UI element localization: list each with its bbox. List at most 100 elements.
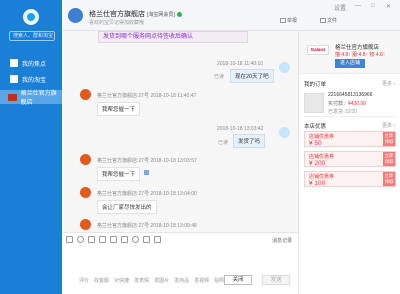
message-bubble[interactable]: 发货了吗 [233,134,266,148]
minimize-button[interactable]: — [355,3,361,9]
coupons-more-link[interactable]: 更多 › [382,122,395,129]
file-label: 文件 [327,18,338,24]
quick-phrases: 评价 找客服 对快捷 发表情 发图片 发商品 发视频 拍照 [79,277,224,284]
coupon-amount: ¥ 50 [309,140,322,147]
app-logo-icon [23,9,39,25]
avatar[interactable] [68,8,83,23]
brand-logo: Galanz 格兰仕 [307,45,329,55]
file-button[interactable]: 文件 [320,17,337,24]
chat-header: 格兰仕官方旗舰店 [淘宝网会员] 喜欢的宝贝记得加收藏哦 举报 文件 设置 — … [62,0,400,31]
shop-info-panel: Galanz 格兰仕 格兰仕官方旗舰店 描 4.8↑ 服 4.8↑ 物 4.8↑… [298,31,400,294]
message-meta: 2018-10-18 11:40:10 [217,61,264,67]
sidebar-item-shop[interactable]: 格兰仕官方旗舰店 [0,90,62,106]
close-button[interactable]: 关闭 [224,275,252,285]
red-packet-icon[interactable] [143,236,150,243]
scissors-icon[interactable] [110,236,117,243]
sidebar-item-my-taobao[interactable]: 我的淘宝 [0,72,62,86]
quick-phrase[interactable]: 找客服 [94,277,109,284]
screenshot-icon[interactable] [99,236,106,243]
coupon-title: 店铺优惠券 [309,134,335,140]
coupon-card: 店铺优惠券 ¥ 50 立即领取 [304,131,396,147]
message-bubble[interactable]: 会让厂家尽快发出的 [97,200,157,214]
message-meta: 2018-10-18 13:03:42 [217,126,264,132]
image-icon[interactable] [88,236,95,243]
message-bubble[interactable]: 我帮您催一下 [97,167,141,181]
message-meta: 格兰仕官方旗舰店:27号 2018-10-18 13:04:00 [97,191,197,197]
sidebar-item-label: 我的淘宝 [22,77,47,84]
quick-phrase[interactable]: 发视频 [194,277,209,284]
input-toolbar [66,236,161,243]
orders-more-link[interactable]: 更多 › [382,80,395,87]
folder-icon [320,18,326,24]
read-status: 已读 [214,74,225,80]
sidebar: 搜索人、群和淘宝 我的焦点 我的淘宝 格兰仕官方旗舰店 [0,0,62,294]
quick-phrase[interactable]: 发表情 [134,277,149,284]
coupon-card: 店铺优惠券 ¥ 200 立即领取 [304,151,396,167]
avatar[interactable] [80,89,91,100]
translate-icon[interactable] [144,170,149,175]
send-button[interactable]: 发送 [262,275,290,285]
order-status: 已发货·12/20 [328,109,358,115]
coupon-amount: ¥ 200 [309,160,326,167]
search-input[interactable]: 搜索人、群和淘宝 [9,31,55,41]
claim-coupon-button[interactable]: 立即领取 [383,132,395,146]
orders-title: 我的订单 [304,82,327,88]
quick-phrase[interactable]: 发商品 [174,277,189,284]
more-icon[interactable] [154,236,161,243]
emoji-icon[interactable] [77,236,84,243]
chat-messages[interactable]: 发货到哪个服务网点待签收后确认 2018-10-18 11:40:10 现在20… [62,31,298,232]
message-bubble[interactable]: 我帮您催一下 [97,102,141,116]
claim-coupon-button[interactable]: 立即领取 [383,152,395,166]
chat-banner: 发货到哪个服务网点待签收后确认 [98,31,248,43]
message-history-link[interactable]: 消息记录 [272,237,292,244]
quick-phrase[interactable]: 发图片 [154,277,169,284]
avatar[interactable] [279,62,290,73]
maximize-button[interactable]: □ [371,3,375,9]
report-icon [280,18,286,24]
avatar[interactable] [279,127,290,138]
coupon-title: 店铺优惠券 [309,174,335,180]
taobao-icon [10,75,18,83]
shop-name[interactable]: 格兰仕官方旗舰店 [淘宝网会员] [89,9,182,19]
claim-coupon-button[interactable]: 立即领取 [383,172,395,186]
focus-icon [10,59,18,67]
verified-icon [176,11,182,17]
message-input-area[interactable]: 消息记录 评价 找客服 对快捷 发表情 发图片 发商品 发视频 拍照 关闭 发送 [62,232,298,294]
shake-icon[interactable] [121,236,128,243]
shop-rating: 描 4.8↑ 服 4.8↑ 物 4.8↑ [335,52,386,58]
order-item[interactable]: 2216645813136966 实付款：¥430.00 已发货·12/20 [304,91,396,117]
coupons-title: 本店优惠 [304,124,327,130]
close-window-button[interactable]: ✕ [386,3,391,10]
sidebar-item-focus[interactable]: 我的焦点 [0,56,62,70]
enter-shop-button[interactable]: 进入店铺 [335,59,365,68]
font-icon[interactable] [66,236,73,243]
report-label: 举报 [287,18,298,24]
shop-subtitle: 喜欢的宝贝记得加收藏哦 [89,20,145,26]
quick-phrase[interactable]: 评价 [79,277,89,284]
shop-card: Galanz 格兰仕 格兰仕官方旗舰店 描 4.8↑ 服 4.8↑ 物 4.8↑… [299,31,400,74]
shop-name[interactable]: 格兰仕官方旗舰店 [335,43,379,51]
voice-icon[interactable] [132,236,139,243]
avatar[interactable] [80,219,91,230]
message-meta: 格兰仕官方旗舰店:27号 2018-10-18 13:09:48 [97,223,197,229]
quick-phrase[interactable]: 拍照 [214,277,224,284]
message-meta: 格兰仕官方旗舰店:27号 2018-10-18 11:40:47 [97,93,197,99]
shop-name-text: 格兰仕官方旗舰店 [89,11,145,18]
shop-logo-icon [8,93,17,101]
report-button[interactable]: 举报 [280,17,297,24]
avatar[interactable] [80,154,91,165]
product-thumbnail [304,93,324,113]
settings-button[interactable]: 设置 [334,3,346,12]
read-status: 已读 [218,140,229,146]
quick-phrase[interactable]: 对快捷 [114,277,129,284]
shop-tag: [淘宝网会员] [146,12,175,18]
order-id: 2216645813136966 [328,92,373,98]
coupon-amount: ¥ 100 [309,180,326,187]
order-paid-label: 实付款： [328,101,349,107]
message-bubble[interactable]: 现在20天了吧 [230,69,274,83]
order-paid-value: ¥430.00 [348,101,367,107]
avatar[interactable] [80,187,91,198]
coupon-card: 店铺优惠券 ¥ 100 立即领取 [304,171,396,187]
order-paid: 实付款：¥430.00 [328,100,366,107]
coupon-title: 店铺优惠券 [309,154,335,160]
